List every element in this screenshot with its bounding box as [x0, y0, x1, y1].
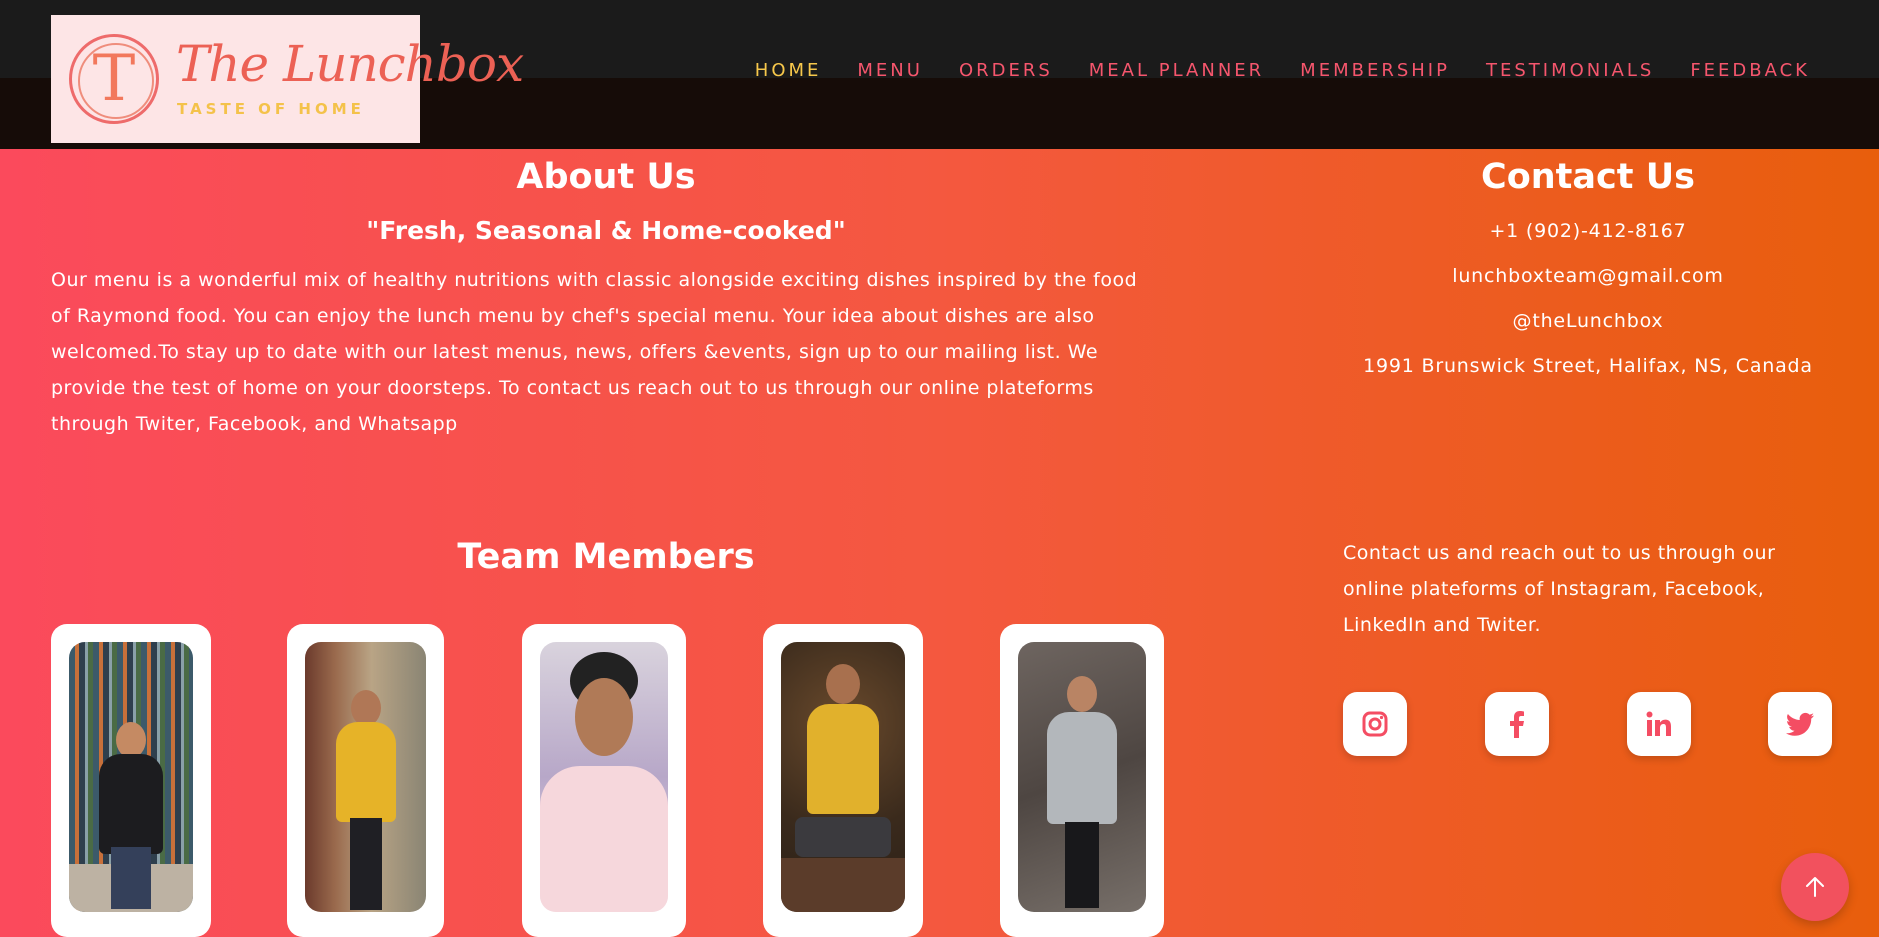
scroll-to-top-button[interactable]: [1781, 853, 1849, 921]
site-header: T The Lunchbox TASTE OF HOME HOME MENU O…: [0, 0, 1879, 149]
team-member-photo: [540, 642, 668, 912]
team-member-photo: [1018, 642, 1146, 912]
contact-address: 1991 Brunswick Street, Halifax, NS, Cana…: [1363, 355, 1813, 377]
twitter-button[interactable]: [1768, 692, 1832, 756]
team-member-photo: [781, 642, 905, 912]
instagram-button[interactable]: [1343, 692, 1407, 756]
linkedin-icon: [1646, 711, 1671, 736]
team-member-card: [51, 624, 211, 937]
nav-membership[interactable]: MEMBERSHIP: [1300, 60, 1450, 81]
contact-blurb: Contact us and reach out to us through o…: [1343, 542, 1776, 636]
linkedin-button[interactable]: [1627, 692, 1691, 756]
brand-logo[interactable]: T The Lunchbox TASTE OF HOME: [51, 15, 524, 143]
contact-phone[interactable]: +1 (902)-412-8167: [1326, 220, 1850, 242]
facebook-button[interactable]: [1485, 692, 1549, 756]
logo-letter: T: [92, 42, 136, 116]
nav-feedback[interactable]: FEEDBACK: [1690, 60, 1810, 81]
about-description: Our menu is a wonderful mix of healthy n…: [51, 269, 1138, 435]
about-title: About Us: [516, 157, 696, 197]
team-member-photo: [69, 642, 193, 912]
nav-testimonials[interactable]: TESTIMONIALS: [1486, 60, 1654, 81]
nav-orders[interactable]: ORDERS: [959, 60, 1053, 81]
main-nav: HOME MENU ORDERS MEAL PLANNER MEMBERSHIP…: [719, 60, 1810, 81]
team-member-card: [763, 624, 923, 937]
instagram-icon: [1362, 711, 1388, 737]
team-member-photo: [305, 642, 426, 912]
facebook-icon: [1510, 711, 1524, 738]
contact-handle[interactable]: @theLunchbox: [1326, 310, 1850, 332]
about-tagline: "Fresh, Seasonal & Home-cooked": [366, 216, 846, 245]
team-member-card: [1000, 624, 1164, 937]
brand-name: The Lunchbox: [176, 35, 524, 93]
team-member-card: [287, 624, 444, 937]
contact-email[interactable]: lunchboxteam@gmail.com: [1326, 265, 1850, 287]
brand-tagline: TASTE OF HOME: [177, 100, 365, 118]
team-title: Team Members: [457, 537, 755, 577]
contact-title: Contact Us: [1481, 157, 1695, 197]
nav-menu[interactable]: MENU: [857, 60, 923, 81]
team-member-card: [522, 624, 686, 937]
arrow-up-icon: [1806, 877, 1824, 897]
twitter-icon: [1786, 712, 1814, 736]
logo-badge-icon: T: [69, 34, 159, 124]
nav-home[interactable]: HOME: [755, 60, 822, 81]
nav-meal-planner[interactable]: MEAL PLANNER: [1089, 60, 1264, 81]
